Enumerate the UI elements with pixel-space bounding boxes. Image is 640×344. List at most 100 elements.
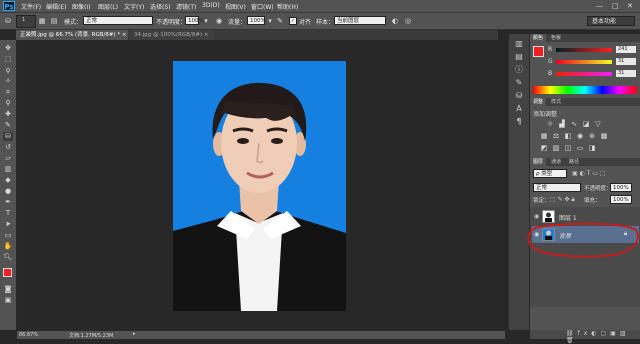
vibrance-icon[interactable]: ▽ xyxy=(594,120,602,128)
chevron-down-icon[interactable]: ▾ xyxy=(266,17,274,25)
pressure-opacity-icon[interactable]: ◉ xyxy=(215,17,223,25)
eraser-tool-icon[interactable]: ▱ xyxy=(3,154,13,163)
blur-tool-icon[interactable]: ◆ xyxy=(3,176,13,185)
tab-color[interactable]: 颜色 xyxy=(530,34,547,42)
shape-tool-icon[interactable]: ▭ xyxy=(3,231,13,240)
minimize-button[interactable]: — xyxy=(596,2,603,10)
pen-tool-icon[interactable]: ✒ xyxy=(3,198,13,207)
tab-channels[interactable]: 通道 xyxy=(548,158,564,166)
sample-select[interactable]: 当前图层 xyxy=(334,16,386,25)
menu-image[interactable]: 图像(I) xyxy=(72,2,90,11)
path-select-tool-icon[interactable]: ➤ xyxy=(3,220,13,229)
curves-icon[interactable]: ∿ xyxy=(570,120,578,128)
brush-tool-icon[interactable]: ✎ xyxy=(3,121,13,130)
invert-icon[interactable]: ◩ xyxy=(540,144,548,152)
color-balance-icon[interactable]: ⚖ xyxy=(552,132,560,140)
clone-source-icon[interactable]: ▤ xyxy=(50,17,58,25)
clone-stamp-tool-icon[interactable]: ⛁ xyxy=(3,132,13,141)
status-arrow-icon[interactable]: ▸ xyxy=(133,331,136,337)
tab-styles[interactable]: 样式 xyxy=(548,98,564,106)
screen-mode-icon[interactable]: ▣ xyxy=(3,296,13,305)
layer-filter-select[interactable]: ρ 类型 xyxy=(533,169,567,178)
brush-panel-icon[interactable]: ✎ xyxy=(513,77,525,88)
dodge-tool-icon[interactable]: ● xyxy=(3,187,13,196)
menu-filter[interactable]: 滤镜(T) xyxy=(176,2,196,11)
b-value[interactable]: 31 xyxy=(616,70,636,77)
blue-slider[interactable]: B 31 xyxy=(548,70,638,78)
healing-brush-tool-icon[interactable]: ✚ xyxy=(3,110,13,119)
paragraph-panel-icon[interactable]: ¶ xyxy=(513,116,525,127)
red-slider[interactable]: R 241 xyxy=(548,46,638,54)
history-panel-icon[interactable]: ▥ xyxy=(513,38,525,49)
r-value[interactable]: 241 xyxy=(616,46,636,53)
menu-layer[interactable]: 图层(L) xyxy=(98,2,118,11)
g-value[interactable]: 31 xyxy=(616,58,636,65)
color-lookup-icon[interactable]: ▩ xyxy=(600,132,608,140)
clone-source-panel-icon[interactable]: ⛁ xyxy=(513,90,525,101)
layer-opacity-input[interactable]: 100% xyxy=(610,183,632,192)
character-panel-icon[interactable]: A xyxy=(513,103,525,114)
foreground-color-swatch[interactable] xyxy=(533,46,544,57)
gradient-map-icon[interactable]: ▭ xyxy=(576,144,584,152)
type-tool-icon[interactable]: T xyxy=(3,209,13,218)
tab-paths[interactable]: 路径 xyxy=(566,158,582,166)
menu-view[interactable]: 视图(V) xyxy=(225,2,246,11)
menu-select[interactable]: 选择(S) xyxy=(150,2,171,11)
posterize-icon[interactable]: ▨ xyxy=(552,144,560,152)
hand-tool-icon[interactable]: ✋ xyxy=(3,242,13,251)
red-track[interactable] xyxy=(556,48,612,52)
lasso-tool-icon[interactable]: ϙ xyxy=(3,66,13,75)
blend-mode-select[interactable]: 正常 xyxy=(533,183,581,192)
eye-icon[interactable]: ◉ xyxy=(534,213,539,220)
levels-icon[interactable]: ▟ xyxy=(558,120,566,128)
move-tool-icon[interactable]: ✥ xyxy=(3,44,13,53)
zoom-level[interactable]: 66.67% xyxy=(19,332,38,338)
ignore-adjustment-icon[interactable]: ◐ xyxy=(391,17,399,25)
hue-saturation-icon[interactable]: ▦ xyxy=(540,132,548,140)
fill-input[interactable]: 100% xyxy=(610,195,632,204)
workspace-select[interactable]: 基本功能 xyxy=(587,16,635,26)
brush-panel-icon[interactable]: ▦ xyxy=(38,17,46,25)
tab-adjustments[interactable]: 调整 xyxy=(530,98,547,106)
mode-select[interactable]: 正常 xyxy=(83,16,153,25)
channel-mixer-icon[interactable]: ⊛ xyxy=(588,132,596,140)
lock-icons[interactable]: ⬚ ✎ ✥ 🔒︎ xyxy=(550,196,575,204)
black-white-icon[interactable]: ◧ xyxy=(564,132,572,140)
brush-picker[interactable]: 1 xyxy=(16,15,36,28)
green-slider[interactable]: G 31 xyxy=(548,58,638,66)
marquee-tool-icon[interactable]: ⬚ xyxy=(3,55,13,64)
id-photo[interactable] xyxy=(173,61,346,311)
tab-swatches[interactable]: 色板 xyxy=(548,34,564,42)
info-panel-icon[interactable]: ⓘ xyxy=(513,64,525,75)
green-track[interactable] xyxy=(556,60,612,64)
tab-34[interactable]: 34.jpg @ 100%(RGB/8#) × xyxy=(130,30,214,40)
chevron-down-icon[interactable]: ▾ xyxy=(202,17,210,25)
pressure-size-icon[interactable]: ◎ xyxy=(404,17,412,25)
blue-track[interactable] xyxy=(556,72,612,76)
align-checkbox[interactable]: ✓ xyxy=(289,17,297,25)
tab-zhengzhuang[interactable]: 正装照.jpg @ 66.7% (背景, RGB/8#) * × xyxy=(16,30,128,40)
menu-3d[interactable]: 3D(D) xyxy=(202,2,220,9)
opacity-input[interactable]: 100% xyxy=(185,16,204,25)
color-spectrum-bar[interactable] xyxy=(533,86,637,94)
layers-footer-icons[interactable]: ⛓fx◐▢▣▥🗑︎ xyxy=(530,330,640,344)
close-button[interactable]: ✕ xyxy=(627,2,633,10)
zoom-tool-icon[interactable]: 🔍︎ xyxy=(3,253,13,262)
properties-panel-icon[interactable]: ▤ xyxy=(513,51,525,62)
threshold-icon[interactable]: ◫ xyxy=(564,144,572,152)
airbrush-icon[interactable]: ✎ xyxy=(276,17,284,25)
quick-mask-icon[interactable]: ◙ xyxy=(3,285,13,294)
eyedropper-tool-icon[interactable]: ⚲ xyxy=(3,99,13,108)
brightness-icon[interactable]: ☼ xyxy=(546,120,554,128)
menu-type[interactable]: 文字(Y) xyxy=(124,2,144,11)
flow-input[interactable]: 100% xyxy=(247,16,266,25)
menu-file[interactable]: 文件(F) xyxy=(21,2,41,11)
filter-icons[interactable]: ▣ ◐ T ▭ ⬚ xyxy=(572,170,606,177)
crop-tool-icon[interactable]: ⌗ xyxy=(3,88,13,97)
foreground-color-swatch[interactable] xyxy=(3,268,12,277)
menu-help[interactable]: 帮助(H) xyxy=(277,2,298,11)
selective-color-icon[interactable]: ◨ xyxy=(588,144,596,152)
gradient-tool-icon[interactable]: ▥ xyxy=(3,165,13,174)
restore-button[interactable]: □ xyxy=(612,2,619,10)
history-brush-tool-icon[interactable]: ↺ xyxy=(3,143,13,152)
